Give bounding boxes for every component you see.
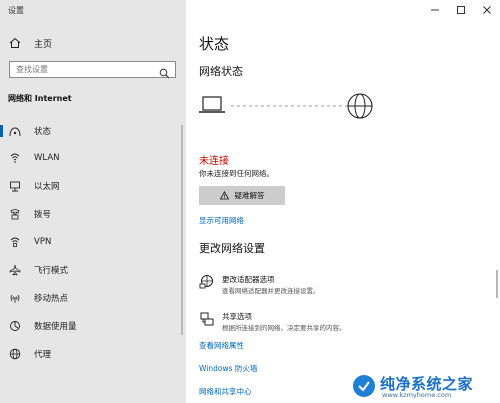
show-available-networks-link[interactable]: 显示可用网络 [199, 215, 244, 226]
change-settings-heading: 更改网络设置 [199, 242, 265, 255]
sharing-options-title[interactable]: 共享选项 [222, 311, 252, 322]
sidebar-item-label: 飞行模式 [34, 266, 69, 276]
sidebar-item-hotspot[interactable]: 移动热点 [0, 286, 186, 310]
sidebar-item-label: 移动热点 [34, 294, 69, 304]
vpn-icon [8, 235, 22, 249]
main-panel: 状态 网络状态 未连接 你未连接到任何网络。 疑难解答 显示可用网络 更改网络设… [186, 0, 500, 403]
adapter-icon [199, 275, 213, 289]
connection-status: 未连接 [199, 156, 229, 167]
troubleshoot-label: 疑难解答 [234, 191, 265, 200]
watermark-url: www.kzmyhome.com [382, 391, 452, 399]
sidebar-home[interactable]: 主页 [8, 36, 52, 50]
wifi-icon [8, 151, 22, 165]
window-title: 设置 [8, 6, 24, 15]
sidebar: 设置 主页 网络和 Internet 状态 WLAN 以太网 拨号 [0, 0, 186, 403]
sidebar-item-label: 以太网 [34, 182, 60, 192]
connection-status-desc: 你未连接到任何网络。 [199, 169, 274, 178]
sidebar-item-label: WLAN [34, 153, 60, 163]
watermark-logo-icon [353, 375, 375, 397]
sharing-options-desc: 根据所连接到的网络，决定要共享的内容。 [222, 324, 346, 332]
windows-firewall-link[interactable]: Windows 防火墙 [199, 363, 257, 374]
close-button[interactable] [474, 0, 500, 20]
page-title: 状态 [199, 35, 230, 53]
airplane-icon [8, 263, 22, 277]
sidebar-item-vpn[interactable]: VPN [0, 230, 186, 254]
sidebar-item-label: 状态 [34, 127, 52, 137]
sidebar-item-label: 数据使用量 [34, 322, 77, 332]
sidebar-item-ethernet[interactable]: 以太网 [0, 174, 186, 198]
search-box[interactable] [9, 61, 176, 79]
network-diagram [199, 93, 373, 119]
sidebar-item-wlan[interactable]: WLAN [0, 146, 186, 170]
hotspot-icon [8, 291, 22, 305]
adapter-options-title[interactable]: 更改适配器选项 [222, 274, 275, 285]
main-scrollbar[interactable] [496, 270, 498, 298]
ethernet-icon [8, 179, 22, 193]
sidebar-item-dialup[interactable]: 拨号 [0, 202, 186, 226]
sharing-icon [200, 312, 214, 326]
search-icon[interactable] [159, 64, 170, 79]
network-status-heading: 网络状态 [199, 65, 243, 78]
data-usage-icon [8, 319, 22, 333]
network-sharing-center-link[interactable]: 网络和共享中心 [199, 386, 252, 397]
sidebar-item-data-usage[interactable]: 数据使用量 [0, 314, 186, 338]
window-controls [422, 0, 500, 20]
internet-globe-icon [347, 93, 373, 119]
sidebar-scrollbar[interactable] [181, 125, 183, 335]
search-input[interactable] [16, 63, 154, 76]
troubleshoot-button[interactable]: 疑难解答 [199, 186, 285, 205]
warning-icon [219, 191, 229, 200]
sidebar-item-label: 拨号 [34, 210, 52, 220]
dialup-icon [8, 207, 22, 221]
sidebar-item-label: 代理 [34, 350, 52, 360]
sidebar-item-label: VPN [34, 237, 52, 247]
home-icon [8, 36, 22, 50]
globe-icon [8, 347, 22, 361]
watermark: 纯净系统之家 www.kzmyhome.com [352, 372, 494, 400]
view-network-properties-link[interactable]: 查看网络属性 [199, 340, 244, 351]
adapter-options-desc: 查看网络适配器并更改连接设置。 [222, 287, 320, 295]
maximize-button[interactable] [448, 0, 474, 20]
sidebar-item-status[interactable]: 状态 [0, 119, 186, 143]
sidebar-item-proxy[interactable]: 代理 [0, 342, 186, 366]
home-label: 主页 [34, 39, 53, 50]
minimize-button[interactable] [422, 0, 448, 20]
laptop-icon [199, 96, 225, 113]
status-icon [8, 124, 22, 138]
section-title: 网络和 Internet [8, 94, 72, 103]
sidebar-item-airplane[interactable]: 飞行模式 [0, 258, 186, 282]
